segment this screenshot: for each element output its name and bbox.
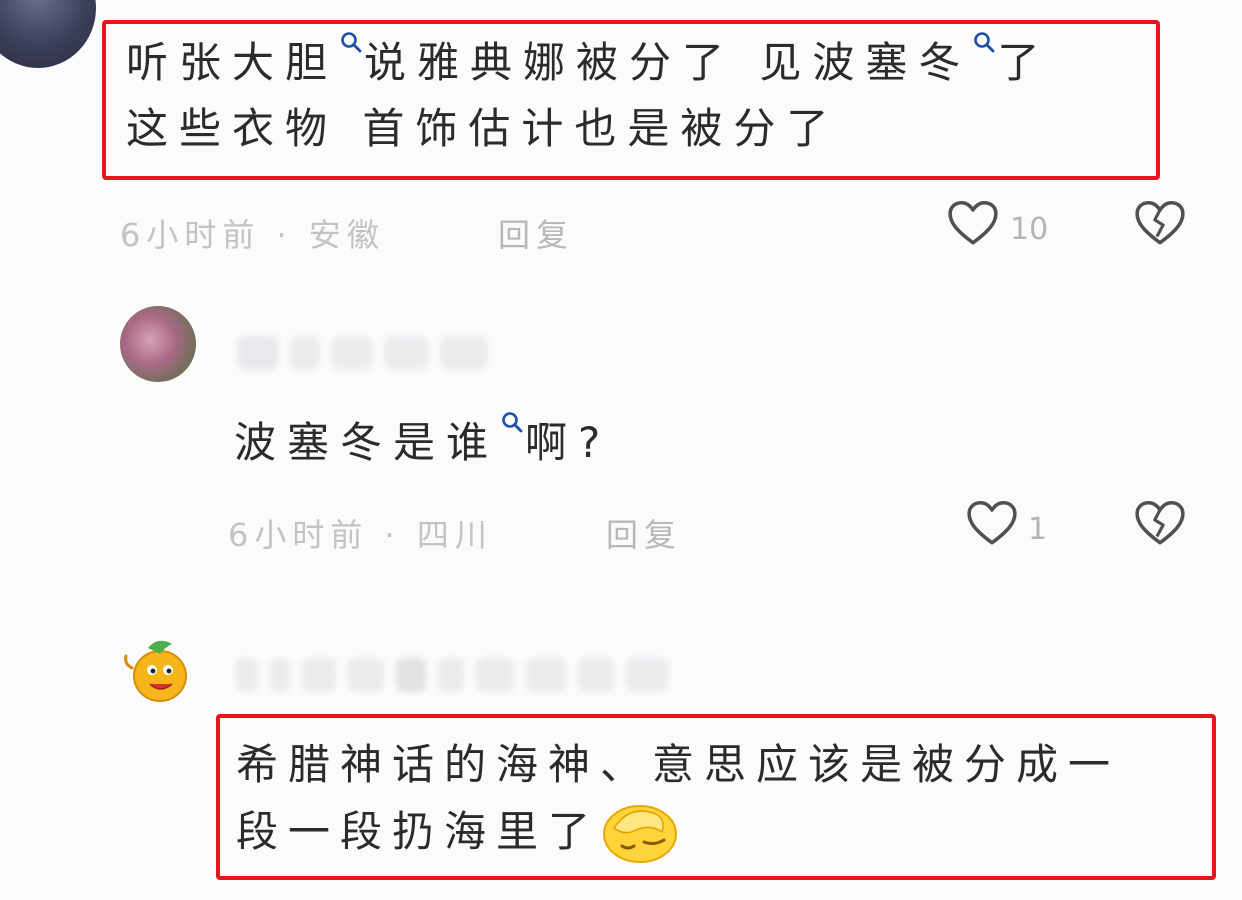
comment-1-text-part2: 说雅典娜被分了 见波塞冬	[364, 38, 972, 87]
comment-3-text-line2: 段一段扔海里了	[236, 807, 601, 856]
search-icon[interactable]	[973, 31, 995, 53]
broken-heart-icon[interactable]	[1134, 200, 1186, 246]
comment-2-text-part1: 波塞冬是谁	[234, 418, 500, 467]
comment-2-meta: 6小时前 · 四川	[228, 516, 493, 554]
search-icon[interactable]	[501, 411, 523, 433]
comment-1-text-part1: 听张大胆	[126, 38, 339, 87]
facepalm-emoji	[603, 805, 678, 863]
user-avatar-2[interactable]	[120, 306, 196, 382]
comment-1-text-part3: 了	[997, 38, 1051, 87]
comment-1-reply-button[interactable]: 回复	[498, 210, 574, 256]
heart-outline-icon[interactable]	[966, 500, 1018, 546]
comment-2-reply-button[interactable]: 回复	[606, 510, 682, 556]
user-avatar-1[interactable]	[0, 0, 96, 68]
comment-3-text-line1: 希腊神话的海神、意思应该是被分成一	[236, 740, 1121, 789]
comment-1-text: 听张大胆 说雅典娜被分了 见波塞冬了 这些衣物 首饰估计也是被分了	[126, 30, 1050, 162]
comment-2-text: 波塞冬是谁 啊?	[234, 410, 611, 476]
comment-2-text-part2: 啊?	[525, 418, 612, 467]
heart-outline-icon[interactable]	[947, 200, 999, 246]
username-blurred-2[interactable]	[238, 336, 500, 374]
comment-3-text: 希腊神话的海神、意思应该是被分成一 段一段扔海里了	[236, 732, 1120, 865]
search-icon[interactable]	[340, 31, 362, 53]
comment-1-like-count: 10	[1010, 212, 1049, 247]
comment-1-meta: 6小时前 · 安徽	[120, 216, 385, 254]
username-blurred-3[interactable]	[236, 658, 680, 696]
broken-heart-icon[interactable]	[1134, 500, 1186, 546]
user-avatar-3[interactable]	[118, 628, 198, 708]
comment-2-like-count: 1	[1028, 512, 1048, 547]
comment-1-text-line2: 这些衣物 首饰估计也是被分了	[126, 104, 840, 153]
